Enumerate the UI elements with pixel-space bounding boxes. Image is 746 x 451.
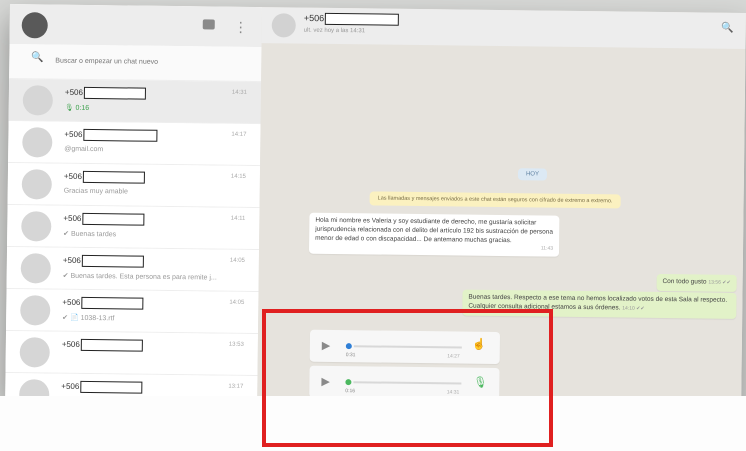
chat-list-item[interactable]: +506 14:05 ✔ 📄 1038-13.rtf (6, 288, 259, 335)
message-time: 13:56 ✔✔ (708, 279, 731, 286)
chat-name: +506 (64, 170, 145, 184)
search-bar: 🔍 (9, 43, 262, 83)
new-chat-icon[interactable] (202, 19, 215, 30)
chat-preview: Gracias muy amable (63, 187, 128, 196)
chat-list-item[interactable]: +506 14:31 🎙 0:16 (8, 78, 262, 125)
contact-avatar (20, 253, 51, 284)
incoming-message: Hola mi nombre es Valeria y soy estudian… (308, 212, 560, 257)
chat-time: 14:15 (230, 173, 246, 180)
menu-icon[interactable]: ⋮ (234, 19, 248, 36)
chat-name: +506 (63, 212, 145, 226)
message-text: Hola mi nombre es Valeria y soy estudian… (315, 216, 554, 244)
contact-avatar (21, 211, 52, 242)
contact-status: ult. vez hoy a las 14:31 (303, 27, 366, 35)
chat-preview: ✔ 📄 1038-13.rtf (62, 314, 115, 323)
message-text: Con todo gusto (662, 277, 707, 286)
contact-avatar (22, 85, 54, 116)
contact-avatar (20, 295, 51, 326)
search-input[interactable] (53, 51, 248, 72)
my-avatar[interactable] (21, 12, 48, 39)
chat-time: 14:05 (229, 257, 245, 264)
chat-list: +506 14:31 🎙 0:16 +506 14:17 @gmail.com +506 14… (5, 78, 262, 405)
chat-preview: ✔ Buenas tardes (63, 230, 117, 239)
sidebar: ⋮ 🔍 +50614:31🎙 0:16+50614:17@gmail.com+5… (5, 4, 263, 405)
chat-name: +506 (65, 86, 147, 100)
outgoing-message: Con todo gusto 13:56 ✔✔ (656, 273, 737, 292)
chat-name: +506 (63, 254, 144, 268)
chat-list-item[interactable]: +506 14:17 @gmail.com (8, 120, 261, 167)
chat-list-item[interactable]: +506 14:11 ✔ Buenas tardes (7, 204, 260, 251)
search-icon: 🔍 (31, 52, 44, 64)
contact-name[interactable]: +506 (304, 12, 400, 26)
chat-time: 14:11 (230, 215, 246, 222)
chat-list-item[interactable]: +506 14:15 Gracias muy amable (7, 162, 261, 209)
chat-time: 14:17 (231, 131, 247, 138)
contact-avatar (19, 337, 50, 368)
chat-list-item[interactable]: +506 13:53 (5, 330, 258, 377)
chat-preview: @gmail.com (64, 145, 104, 154)
chat-list-item[interactable]: +506 14:05 ✔ Buenas tardes. Esta persona e… (6, 246, 260, 293)
chat-time: 14:05 (229, 299, 245, 306)
contact-avatar[interactable] (271, 13, 296, 38)
chat-name: +506 (62, 338, 143, 352)
chat-time: 14:31 (231, 89, 247, 96)
message-time: 14:10 ✔✔ (622, 305, 645, 312)
chat-name: +506 (64, 128, 158, 142)
chat-time: 13:53 (228, 341, 244, 348)
chat-name: +506 (61, 380, 143, 394)
day-separator: HOY (517, 168, 548, 181)
contact-avatar (21, 169, 52, 200)
chat-preview: ✔ Buenas tardes. Esta persona es para re… (62, 272, 217, 282)
conversation-header: +506 ult. vez hoy a las 14:31 🔍 (261, 7, 746, 49)
encryption-notice[interactable]: Las llamadas y mensajes enviados a este … (369, 191, 621, 209)
highlight-box (262, 309, 553, 447)
chat-time: 13:17 (228, 383, 244, 390)
search-icon[interactable]: 🔍 (721, 23, 734, 34)
chat-name: +506 (62, 296, 144, 310)
contact-avatar (22, 127, 53, 158)
chat-preview: 🎙 0:16 (64, 104, 90, 112)
sidebar-header: ⋮ (9, 4, 262, 48)
